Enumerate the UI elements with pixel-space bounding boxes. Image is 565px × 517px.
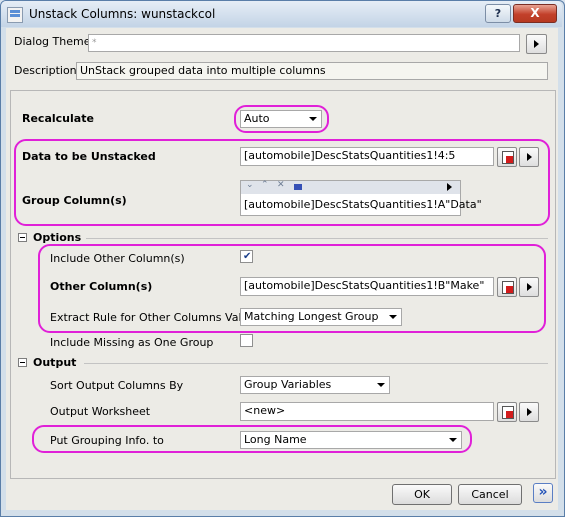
include-missing-checkbox[interactable] [240,334,253,347]
app-window-icon [7,7,23,23]
worksheet-menu-button[interactable] [519,402,539,422]
options-collapse-icon[interactable] [18,233,27,242]
chevron-down-icon [377,383,385,387]
highlight-recalculate [234,105,329,133]
output-divider [84,363,548,364]
output-header: Output [33,356,77,369]
select-range-icon [502,406,514,419]
worksheet-pick-button[interactable] [497,402,517,422]
highlight-other-columns [38,244,546,333]
ok-button[interactable]: OK [392,484,452,505]
window-title: Unstack Columns: wunstackcol [29,7,216,21]
right-arrow-icon [527,408,532,416]
output-worksheet-label: Output Worksheet [50,405,151,418]
sort-output-dropdown[interactable]: Group Variables [240,376,390,394]
expand-button[interactable]: » [533,483,553,503]
title-bar[interactable]: Unstack Columns: wunstackcol ? X [1,1,562,27]
right-arrow-icon [534,40,539,48]
sort-output-label: Sort Output Columns By [50,379,184,392]
dialog-theme-label: Dialog Theme [14,35,91,48]
sort-output-value: Group Variables [244,378,332,391]
cancel-button[interactable]: Cancel [458,484,522,505]
description-text: UnStack grouped data into multiple colum… [76,62,548,80]
options-divider [86,238,548,239]
theme-menu-button[interactable] [526,34,547,54]
close-button[interactable]: X [513,4,557,23]
recalculate-label: Recalculate [22,112,94,125]
highlight-grouping-info [32,425,472,453]
output-worksheet-input[interactable]: <new> [240,402,494,421]
include-missing-label: Include Missing as One Group [50,336,214,349]
help-button[interactable]: ? [485,4,511,23]
options-header: Options [33,231,82,244]
dialog-client-area: Dialog Theme * Description UnStack group… [6,28,558,510]
description-label: Description [14,64,77,77]
highlight-data-group [14,139,550,226]
output-collapse-icon[interactable] [18,358,27,367]
dialog-theme-input[interactable]: * [88,34,520,52]
